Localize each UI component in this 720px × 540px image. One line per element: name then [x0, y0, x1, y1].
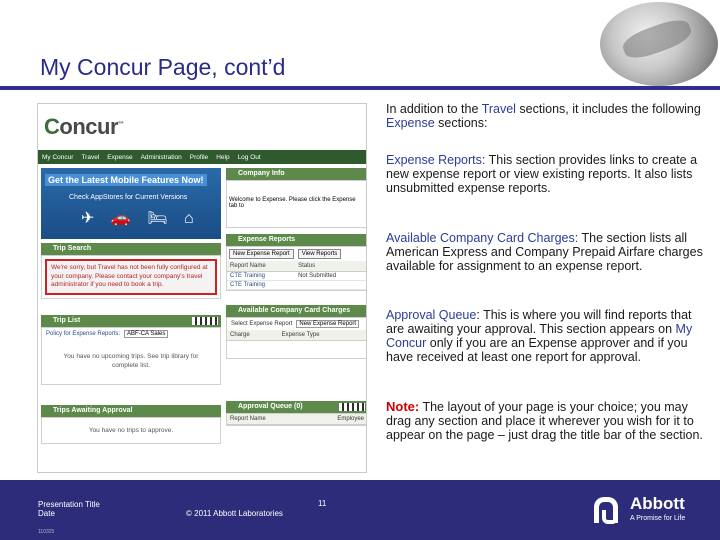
concur-screenshot: Concur™ My Concur Travel Expense Adminis… — [37, 103, 367, 473]
trip-search-panel: Trip Search We're sorry, but Travel has … — [41, 243, 221, 299]
banner-subtitle: Check AppStores for Current Versions — [69, 194, 188, 201]
approval-queue-panel: Approval Queue (0) Report Name Employee — [226, 401, 366, 426]
view-reports-button[interactable]: View Reports — [297, 249, 342, 259]
right-column: Company Info Welcome to Expense. Please … — [226, 164, 366, 426]
company-card-paragraph: Available Company Card Charges: The sect… — [386, 231, 703, 273]
trip-list-empty: You have no upcoming trips. See trip lib… — [63, 352, 199, 369]
trips-awaiting-empty: You have no trips to approve. — [88, 426, 174, 434]
page-number: 11 — [318, 499, 327, 508]
approval-queue-table: Report Name Employee — [227, 414, 366, 425]
nav-log-out[interactable]: Log Out — [238, 154, 261, 161]
col-employee[interactable]: Employee — [305, 414, 366, 425]
table-row[interactable]: CTE Training — [227, 280, 366, 290]
col-charge[interactable]: Charge — [227, 330, 279, 341]
nav-expense[interactable]: Expense — [107, 154, 132, 161]
policy-row: Policy for Expense Reports: ABF-CA Sales — [42, 328, 220, 340]
trip-search-header[interactable]: Trip Search — [41, 243, 221, 255]
company-info-header[interactable]: Company Info — [226, 168, 366, 180]
footer-copyright: © 2011 Abbott Laboratories — [186, 509, 283, 518]
nav-help[interactable]: Help — [216, 154, 229, 161]
approval-queue-header[interactable]: Approval Queue (0) — [226, 401, 366, 413]
abbott-tagline: A Promise for Life — [630, 515, 686, 522]
note-paragraph: Note: The layout of your page is your ch… — [386, 399, 703, 443]
nav-travel[interactable]: Travel — [81, 154, 99, 161]
trips-awaiting-panel: Trips Awaiting Approval You have no trip… — [41, 404, 221, 444]
concur-logo: Concur™ — [44, 114, 124, 139]
new-expense-report-button[interactable]: New Expense Report — [229, 249, 294, 259]
trip-list-panel: Trip List Policy for Expense Reports: AB… — [41, 314, 221, 385]
abbott-logo-icon — [594, 497, 618, 524]
trips-awaiting-header[interactable]: Trips Awaiting Approval — [41, 404, 221, 417]
company-card-header[interactable]: Available Company Card Charges — [226, 305, 366, 317]
select-report-dropdown[interactable]: New Expense Report — [296, 320, 360, 328]
approval-queue-paragraph: Approval Queue: This is where you will f… — [386, 308, 693, 364]
panel-controls-icon[interactable] — [339, 403, 365, 411]
table-row[interactable]: CTE Training Not Submitted — [227, 271, 366, 281]
policy-label: Policy for Expense Reports: — [46, 330, 121, 337]
col-status[interactable]: Status — [295, 261, 366, 272]
mobile-banner[interactable]: Get the Latest Mobile Features Now! Chec… — [41, 168, 221, 239]
expense-reports-paragraph: Expense Reports: This section provides l… — [386, 153, 698, 195]
travel-icons: ✈ 🚗 🛏 ⌂ — [81, 210, 200, 227]
card-charges-table: Charge Expense Type — [227, 330, 366, 341]
globe-graphic — [600, 2, 718, 86]
expense-reports-table: Report Name Status CTE Training Not Submit… — [227, 261, 366, 290]
footer-code: 110325 — [38, 529, 55, 535]
panel-controls-icon[interactable] — [192, 316, 218, 325]
title-divider — [0, 86, 720, 90]
concur-logo-text: oncur — [59, 114, 119, 139]
company-info-text: Welcome to Expense. Please click the Exp… — [229, 197, 356, 209]
nav-administration[interactable]: Administration — [141, 154, 182, 161]
footer-title: Presentation Title Date — [38, 500, 100, 518]
col-expense-type[interactable]: Expense Type — [278, 330, 366, 341]
nav-my-concur[interactable]: My Concur — [42, 154, 73, 161]
select-report-label: Select Expense Report — [231, 321, 293, 327]
nav-profile[interactable]: Profile — [190, 154, 208, 161]
slide-title: My Concur Page, cont’d — [40, 54, 286, 80]
banner-title: Get the Latest Mobile Features Now! — [45, 174, 207, 186]
trip-list-header[interactable]: Trip List — [41, 314, 221, 327]
concur-nav: My Concur Travel Expense Administration … — [38, 150, 366, 164]
expense-reports-panel: Expense Reports New Expense Report View R… — [226, 234, 366, 291]
concur-header: Concur™ — [38, 104, 366, 150]
col-report-name[interactable]: Report Name — [227, 261, 296, 272]
company-info-panel: Company Info Welcome to Expense. Please … — [226, 168, 366, 228]
col-report-name[interactable]: Report Name — [227, 414, 306, 425]
policy-select[interactable]: ABF-CA Sales — [124, 329, 169, 338]
intro-paragraph: In addition to the Travel sections, it i… — [386, 102, 701, 130]
company-card-panel: Available Company Card Charges Select Ex… — [226, 305, 366, 359]
expense-reports-header[interactable]: Expense Reports — [226, 234, 366, 246]
left-column: Get the Latest Mobile Features Now! Chec… — [41, 164, 221, 444]
trip-search-warning: We're sorry, but Travel has not been ful… — [45, 259, 217, 295]
abbott-brand: Abbott — [630, 494, 685, 513]
